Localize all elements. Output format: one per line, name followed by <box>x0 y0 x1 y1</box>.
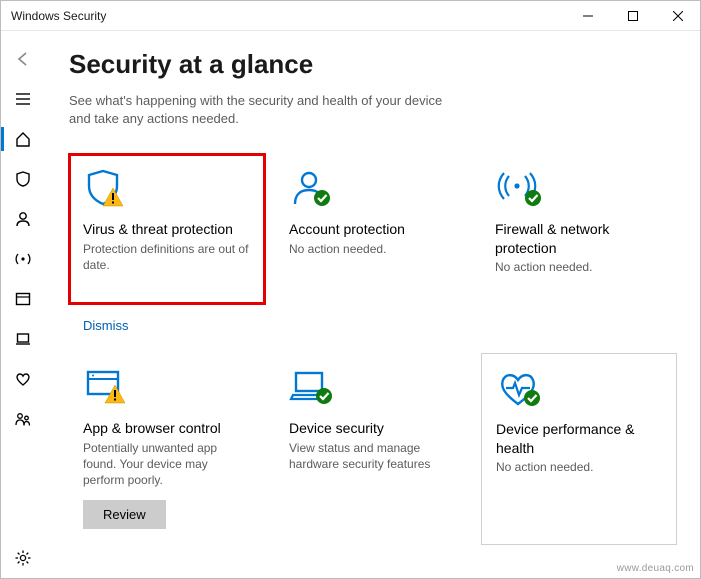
card-subtitle: No action needed. <box>289 241 457 257</box>
card-title: Account protection <box>289 220 457 238</box>
shield-warning-icon <box>83 168 251 212</box>
laptop-icon <box>14 330 32 348</box>
sidebar-item-device[interactable] <box>1 319 45 359</box>
main-content: Security at a glance See what's happenin… <box>45 31 700 578</box>
sidebar-item-firewall[interactable] <box>1 239 45 279</box>
close-button[interactable] <box>655 1 700 31</box>
card-title: Firewall & network protection <box>495 220 663 256</box>
titlebar: Windows Security <box>1 1 700 31</box>
card-title: Device security <box>289 419 457 437</box>
laptop-check-icon <box>289 367 457 411</box>
browser-icon <box>14 290 32 308</box>
page-title: Security at a glance <box>69 49 682 80</box>
card-virus-threat[interactable]: Virus & threat protection Protection def… <box>69 154 265 304</box>
sidebar <box>1 31 45 578</box>
page-subtitle: See what's happening with the security a… <box>69 92 449 128</box>
back-arrow-icon <box>14 50 32 68</box>
card-subtitle: No action needed. <box>495 259 663 275</box>
card-firewall[interactable]: Firewall & network protection No action … <box>481 154 677 304</box>
close-icon <box>673 11 683 21</box>
card-subtitle: No action needed. <box>496 459 662 475</box>
window-title: Windows Security <box>11 9 106 23</box>
maximize-button[interactable] <box>610 1 655 31</box>
minimize-icon <box>583 11 593 21</box>
heart-icon <box>14 370 32 388</box>
watermark: www.deuaq.com <box>617 563 694 574</box>
card-subtitle: View status and manage hardware security… <box>289 440 457 472</box>
sidebar-item-account[interactable] <box>1 199 45 239</box>
sidebar-item-family[interactable] <box>1 399 45 439</box>
card-performance[interactable]: Device performance & health No action ne… <box>481 353 677 545</box>
card-device-security[interactable]: Device security View status and manage h… <box>275 353 471 545</box>
card-title: App & browser control <box>83 419 251 437</box>
sidebar-item-virus[interactable] <box>1 159 45 199</box>
card-app-browser[interactable]: App & browser control Potentially unwant… <box>69 353 265 545</box>
review-button[interactable]: Review <box>83 500 166 529</box>
gear-icon <box>14 549 32 567</box>
back-button[interactable] <box>1 39 45 79</box>
person-check-icon <box>289 168 457 212</box>
card-subtitle: Potentially unwanted app found. Your dev… <box>83 440 251 489</box>
minimize-button[interactable] <box>565 1 610 31</box>
card-title: Device performance & health <box>496 420 662 456</box>
card-account[interactable]: Account protection No action needed. <box>275 154 471 304</box>
family-icon <box>14 410 32 428</box>
sidebar-item-home[interactable] <box>1 119 45 159</box>
cards-grid: Virus & threat protection Protection def… <box>69 154 682 545</box>
sidebar-item-settings[interactable] <box>1 538 45 578</box>
sidebar-item-app[interactable] <box>1 279 45 319</box>
maximize-icon <box>628 11 638 21</box>
person-icon <box>14 210 32 228</box>
card-subtitle: Protection definitions are out of date. <box>83 241 251 273</box>
heart-pulse-icon <box>496 368 662 412</box>
dismiss-row: Dismiss <box>69 314 677 343</box>
antenna-icon <box>13 250 33 268</box>
shield-icon <box>14 170 32 188</box>
browser-warning-icon <box>83 367 251 411</box>
dismiss-link[interactable]: Dismiss <box>83 318 129 333</box>
home-icon <box>14 130 32 148</box>
card-title: Virus & threat protection <box>83 220 251 238</box>
window-controls <box>565 1 700 31</box>
antenna-check-icon <box>495 168 663 212</box>
hamburger-icon <box>14 90 32 108</box>
sidebar-item-performance[interactable] <box>1 359 45 399</box>
menu-button[interactable] <box>1 79 45 119</box>
